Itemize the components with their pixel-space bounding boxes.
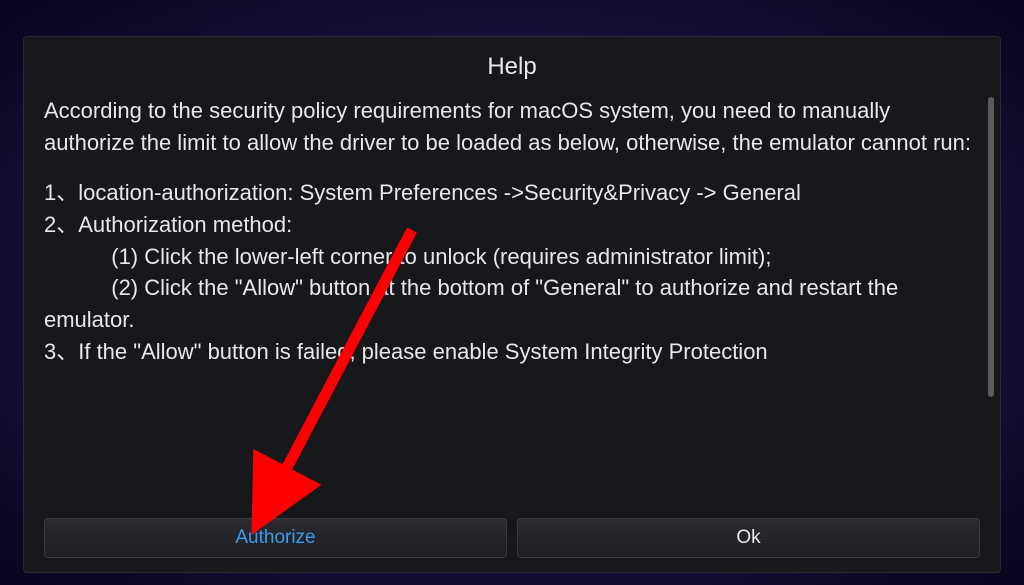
- step-2-sub-2: (2) Click the "Allow" button at the bott…: [44, 272, 976, 336]
- authorize-button-label: Authorize: [235, 527, 315, 549]
- step-3: 3、If the "Allow" button is failed, pleas…: [44, 336, 976, 368]
- ok-button[interactable]: Ok: [517, 518, 980, 558]
- step-2-header: 2、Authorization method:: [44, 209, 976, 241]
- dialog-title: Help: [24, 37, 1000, 89]
- content-wrapper: According to the security policy require…: [24, 89, 1000, 508]
- ok-button-label: Ok: [736, 527, 760, 549]
- step-1: 1、location-authorization: System Prefere…: [44, 177, 976, 209]
- intro-text: According to the security policy require…: [44, 95, 976, 159]
- help-dialog: Help According to the security policy re…: [23, 36, 1001, 573]
- scrollbar-thumb[interactable]: [988, 97, 994, 397]
- button-row: Authorize Ok: [24, 508, 1000, 572]
- authorize-button[interactable]: Authorize: [44, 518, 507, 558]
- step-2-sub-1: (1) Click the lower-left corner to unloc…: [44, 241, 976, 273]
- help-content[interactable]: According to the security policy require…: [24, 89, 1000, 508]
